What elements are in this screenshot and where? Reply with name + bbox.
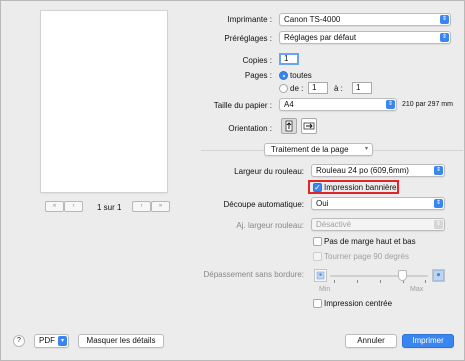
rotate-90-checkbox[interactable] [313, 252, 322, 261]
prev-page-button[interactable]: ‹ [64, 201, 83, 212]
pages-to-field[interactable]: 1 [352, 82, 372, 94]
slider-tick [357, 280, 358, 283]
chevron-down-icon: ▾ [362, 145, 371, 154]
auto-cut-label: Découpe automatique: [223, 200, 305, 209]
portrait-button[interactable] [281, 118, 297, 134]
chevron-updown-icon: ⇕ [434, 220, 443, 229]
first-page-label: « [52, 203, 57, 209]
hide-details-button[interactable]: Masquer les détails [78, 334, 164, 348]
printer-popup[interactable]: Canon TS-4000 ⇕ [279, 13, 451, 26]
cancel-button[interactable]: Annuler [345, 334, 397, 348]
pages-to-label: à : [334, 84, 343, 93]
page-indicator: 1 sur 1 [97, 203, 122, 212]
next-page-button[interactable]: › [132, 201, 151, 212]
slider-min-label: Min [319, 286, 331, 293]
paper-size-value: A4 [284, 100, 294, 109]
pages-all-label: toutes [290, 71, 312, 80]
auto-cut-value: Oui [316, 199, 329, 208]
presets-label: Préréglages : [224, 34, 272, 43]
print-dialog: « ‹ 1 sur 1 › » Imprimante : Canon TS-40… [0, 0, 465, 361]
copies-label: Copies : [242, 56, 272, 65]
slider-tick [334, 280, 335, 283]
portrait-icon [285, 120, 293, 132]
slider-tick [425, 280, 426, 283]
landscape-icon [303, 122, 315, 130]
adj-roll-width-label: Aj. largeur rouleau: [236, 221, 304, 230]
chevron-updown-icon: ⇕ [440, 33, 449, 42]
pages-from-field[interactable]: 1 [308, 82, 328, 94]
adj-roll-width-popup[interactable]: Désactivé ⇕ [311, 218, 445, 231]
print-button[interactable]: Imprimer [402, 334, 454, 348]
prev-page-label: ‹ [72, 203, 75, 209]
chevron-updown-icon: ⇕ [434, 166, 443, 175]
chevron-updown-icon: ⇕ [434, 199, 443, 208]
roll-width-value: Rouleau 24 po (609,6mm) [316, 166, 409, 175]
slider-max-label: Max [410, 286, 424, 293]
overflow-slider-track[interactable] [330, 275, 428, 277]
no-margin-checkbox[interactable] [313, 237, 322, 246]
section-popup-value: Traitement de la page [271, 145, 349, 154]
pages-label: Pages : [244, 71, 272, 80]
printer-label: Imprimante : [227, 15, 272, 24]
rotate-90-label: Tourner page 90 degrés [324, 252, 409, 261]
center-print-label: Impression centrée [324, 299, 393, 308]
landscape-button[interactable] [301, 118, 317, 134]
printer-value: Canon TS-4000 [284, 15, 341, 24]
pages-range-label: de : [290, 84, 304, 93]
borderless-label: Dépassement sans bordure: [203, 270, 305, 279]
chevron-down-icon: ▾ [58, 336, 67, 346]
roll-width-popup[interactable]: Rouleau 24 po (609,6mm) ⇕ [311, 164, 445, 177]
chevron-updown-icon: ⇕ [386, 100, 395, 109]
copies-field[interactable]: 1 [279, 53, 299, 65]
paper-dimensions: 210 par 297 mm [402, 101, 453, 108]
last-page-button[interactable]: » [151, 201, 170, 212]
no-margin-label: Pas de marge haut et bas [324, 237, 416, 246]
overflow-slider-thumb[interactable] [398, 270, 408, 281]
presets-popup[interactable]: Réglages par défaut ⇕ [279, 31, 451, 44]
roll-width-label: Largeur du rouleau: [234, 167, 304, 176]
section-popup[interactable]: Traitement de la page ▾ [264, 143, 373, 156]
hide-details-label: Masquer les détails [86, 336, 156, 345]
adj-roll-width-value: Désactivé [316, 220, 352, 229]
cancel-label: Annuler [357, 336, 385, 345]
help-icon: ? [17, 337, 21, 344]
pdf-label: PDF [39, 336, 55, 345]
help-button[interactable]: ? [13, 335, 25, 347]
min-overflow-icon [314, 269, 327, 282]
slider-tick [380, 280, 381, 283]
auto-cut-popup[interactable]: Oui ⇕ [311, 197, 445, 210]
pages-all-radio[interactable] [279, 71, 288, 80]
center-print-checkbox[interactable] [313, 299, 322, 308]
chevron-updown-icon: ⇕ [440, 15, 449, 24]
pdf-button[interactable]: PDF ▾ [34, 334, 69, 348]
paper-size-popup[interactable]: A4 ⇕ [279, 98, 397, 111]
highlight-box [308, 180, 399, 194]
last-page-label: » [158, 203, 163, 209]
print-label: Imprimer [412, 336, 444, 345]
next-page-label: › [140, 203, 143, 209]
pages-range-radio[interactable] [279, 84, 288, 93]
orientation-label: Orientation : [228, 124, 272, 133]
presets-value: Réglages par défaut [284, 33, 357, 42]
max-overflow-icon [432, 269, 445, 282]
first-page-button[interactable]: « [45, 201, 64, 212]
paper-size-label: Taille du papier : [213, 101, 272, 110]
page-preview [41, 11, 167, 192]
